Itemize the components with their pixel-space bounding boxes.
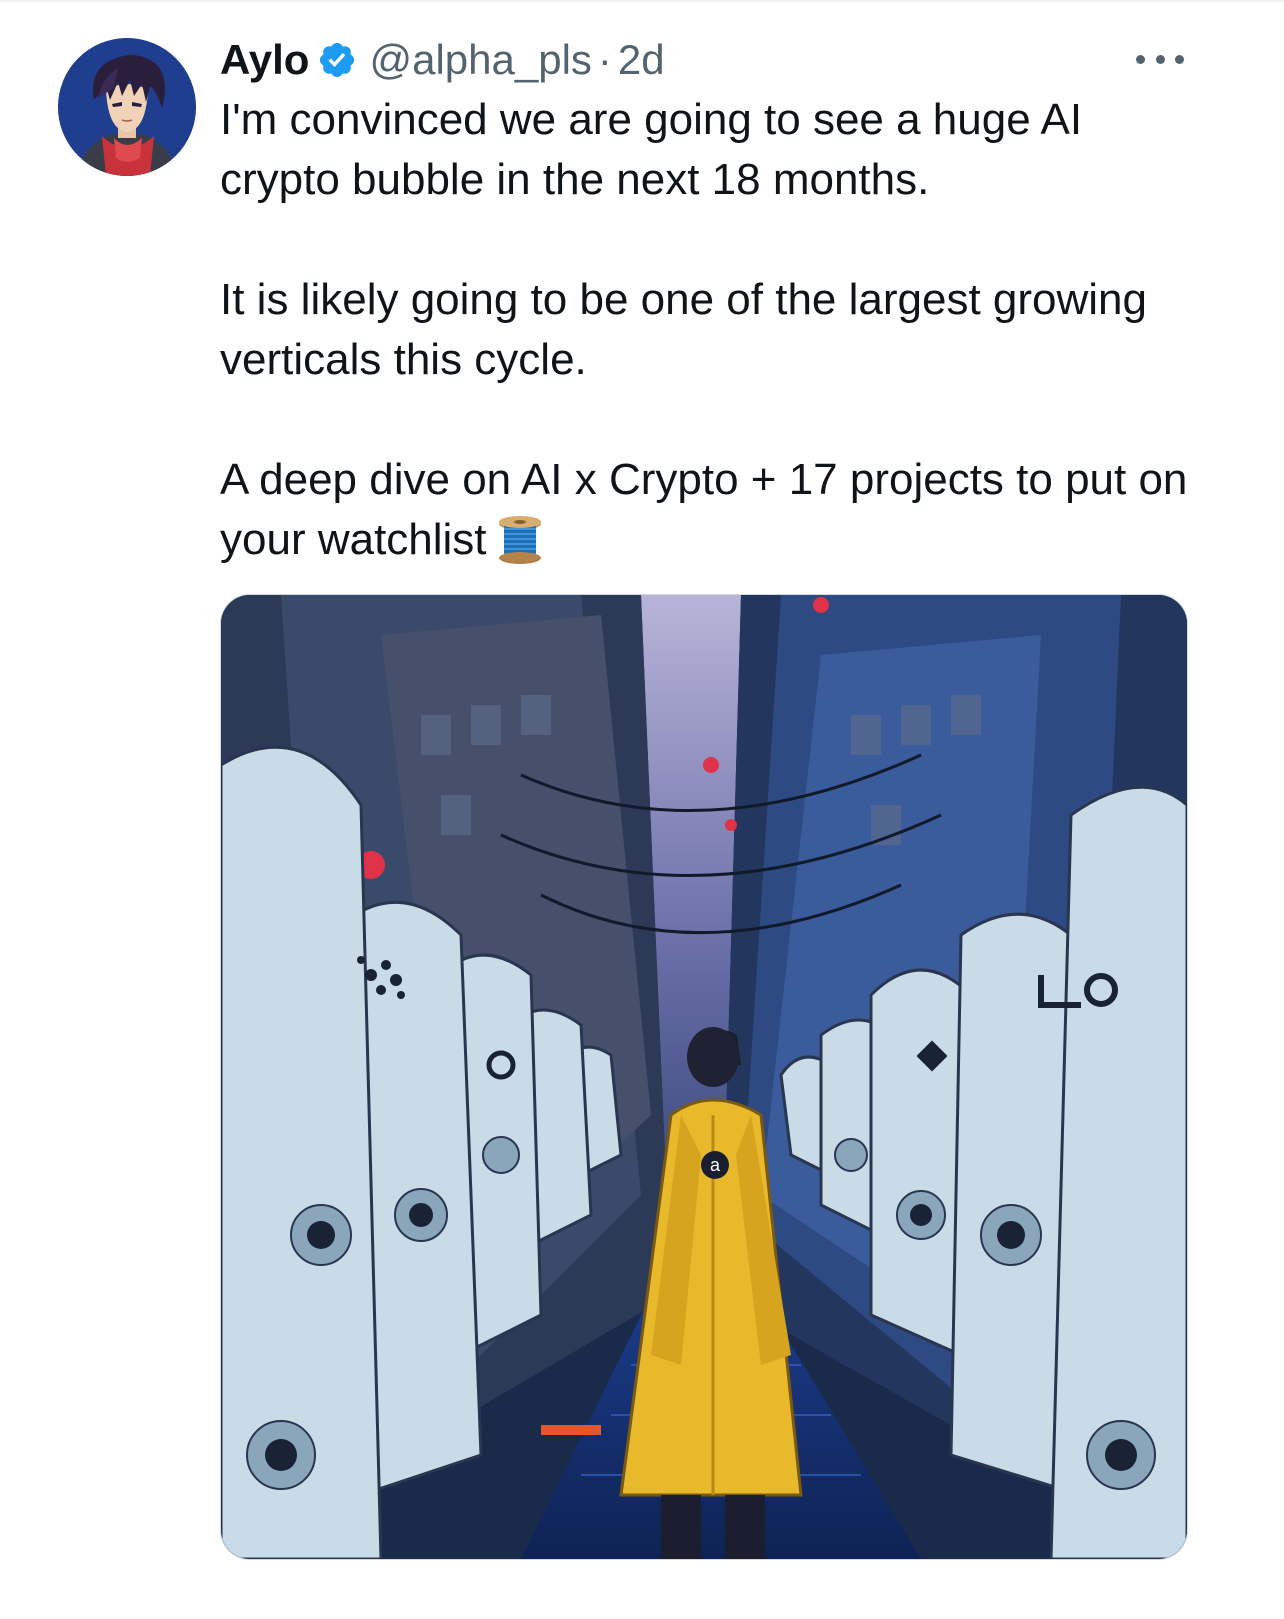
robots-alley-illustration: a <box>221 595 1187 1559</box>
svg-text:a: a <box>710 1155 721 1175</box>
author-avatar[interactable] <box>58 38 196 176</box>
tweet-text: I'm convinced we are going to see a huge… <box>220 90 1210 570</box>
verified-badge-icon <box>317 40 357 80</box>
tweet-paragraph: It is likely going to be one of the larg… <box>220 275 1147 384</box>
tweet-timestamp[interactable]: 2d <box>618 30 665 90</box>
tweet[interactable]: Aylo @alpha_pls · 2d I'm convinced we ar… <box>0 0 1284 1619</box>
tweet-media-image[interactable]: a <box>220 594 1188 1560</box>
more-dot <box>1175 54 1184 64</box>
author-handle[interactable]: @alpha_pls <box>369 30 591 90</box>
tweet-paragraph-last: A deep dive on AI x Crypto + 17 projects… <box>220 450 1210 570</box>
more-horizontal-icon[interactable] <box>1136 44 1184 74</box>
anime-avatar-icon <box>58 38 196 176</box>
more-dot <box>1155 54 1165 64</box>
tweet-paragraph-text: A deep dive on AI x Crypto + 17 projects… <box>220 455 1188 564</box>
tweet-header: Aylo @alpha_pls · 2d <box>220 30 665 90</box>
thread-spool-emoji-icon <box>497 510 543 570</box>
more-dot <box>1136 54 1145 64</box>
tweet-paragraph: I'm convinced we are going to see a huge… <box>220 95 1083 204</box>
separator-dot: · <box>597 36 612 83</box>
author-display-name[interactable]: Aylo <box>220 30 309 90</box>
